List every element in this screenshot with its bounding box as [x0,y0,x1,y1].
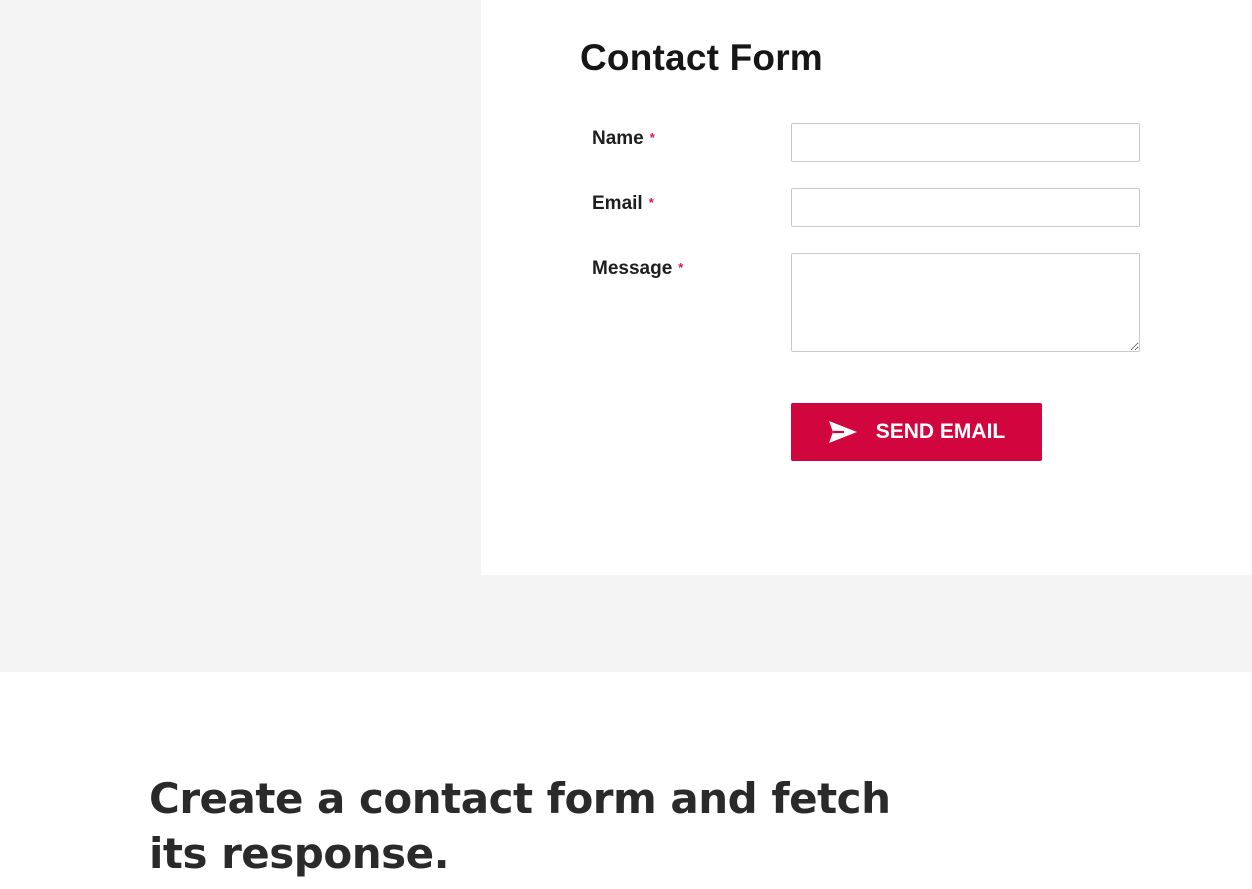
name-label-text: Name [592,128,644,149]
message-textarea[interactable] [791,253,1140,352]
message-required-marker: * [678,260,684,275]
message-label: Message * [592,258,683,280]
message-label-text: Message [592,258,673,279]
article-heading: Create a contact form and fetch its resp… [149,774,891,878]
contact-form-panel: Contact Form Name * Email * Message * SEND … [481,0,1252,575]
paper-plane-icon [828,420,858,444]
name-label: Name * [592,128,655,150]
name-input[interactable] [791,123,1140,162]
email-required-marker: * [648,195,654,210]
email-input[interactable] [791,188,1140,227]
send-email-button[interactable]: SEND EMAIL [791,403,1042,461]
email-label: Email * [592,193,654,215]
form-title: Contact Form [580,37,823,78]
email-label-text: Email [592,193,643,214]
name-required-marker: * [649,130,655,145]
send-email-label: SEND EMAIL [875,420,1006,443]
